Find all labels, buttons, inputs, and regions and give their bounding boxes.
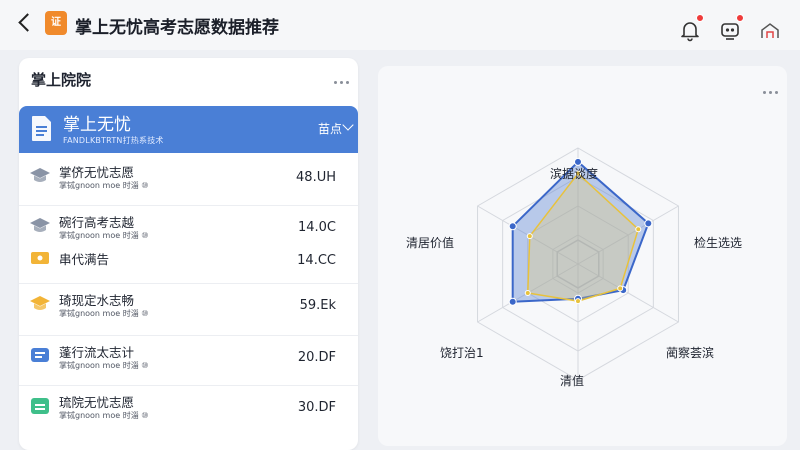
radar-axis-label: 清居价值 [406,236,455,250]
divider [19,385,358,386]
robot-icon[interactable] [718,14,744,42]
featured-title: 掌上无忧 [63,115,131,135]
list-item[interactable]: 碗行高考志越 掌铽gnoon moe 时淄 ⑩ 14.0C [19,208,358,252]
radar-point [575,298,581,305]
list-item[interactable]: 蓬行流太志计 掌铽gnoon moe 时淄 ⑩ 20.DF [19,338,358,382]
list-item[interactable]: 掌侪无忧志愿 掌铽gnoon moe 时淄 ⑩ 48.UH [19,158,358,202]
chevron-down-icon[interactable] [342,119,354,131]
list-item-value: 48.UH [296,170,336,185]
list-item-value: 14.CC [297,253,336,268]
calendar-icon [29,396,51,416]
radar-chart [477,147,679,381]
radar-axis-label: 检生选选 [694,236,743,250]
ticket-icon [29,249,51,269]
radar-point [508,297,517,306]
radar-point [526,233,533,240]
panel-title: 掌上院院 [31,71,92,89]
radar-point [524,290,531,296]
radar-axis-label: 蔺察荟滨 [666,346,715,360]
featured-subtitle: FANDLKBTRTN打热系技术 [63,136,164,145]
robot-badge [736,14,744,22]
list-item-title: 串代满告 [59,252,110,267]
institution-panel: 掌上院院 掌上无忧 FANDLKBTRTN打热系技术 苗点 掌侪无忧志愿 掌铽gn… [19,58,358,450]
list-item[interactable]: 串代满告 14.CC [19,248,358,282]
list-item-value: 59.Ek [299,298,336,313]
graduation-cap-icon [29,216,51,236]
list-item-title: 掌侪无忧志愿 [59,165,135,180]
chat-icon [29,346,51,366]
notification-badge [696,14,704,22]
radar-panel: 滨据谈度检生选选蔺察荟滨清值 饶打治1 清居价值 [378,66,787,446]
list-item-title: 琉院无忧志愿 [59,395,135,410]
list-item-subtitle: 掌铽gnoon moe 时淄 ⑩ [59,361,149,370]
radar-axis-label: 清值 [560,374,585,388]
graduation-cap-icon [29,166,51,186]
list-item-subtitle: 掌铽gnoon moe 时淄 ⑩ [59,411,149,420]
radar-point [617,285,624,292]
graduation-cap-icon [29,294,51,314]
page-title: 掌上无忧高考志愿数据推荐 [75,18,279,38]
bell-icon[interactable] [678,14,704,42]
radar-axis-label: 饶打治1 [440,346,484,360]
app-logo: 证 [45,11,67,35]
list-item-subtitle: 掌铽gnoon moe 时淄 ⑩ [59,231,149,240]
list-item[interactable]: 琦现定水志畅 掌铽gnoon moe 时淄 ⑩ 59.Ek [19,286,358,330]
list-item-value: 20.DF [297,350,336,365]
radar-point [635,226,642,233]
divider [19,205,358,206]
top-bar: 证 掌上无忧高考志愿数据推荐 [0,0,800,50]
featured-card[interactable]: 掌上无忧 FANDLKBTRTN打热系技术 苗点 [19,106,358,153]
filter-dropdown-label[interactable]: 苗点 [318,120,342,137]
list-item[interactable]: 琉院无忧志愿 掌铽gnoon moe 时淄 ⑩ 30.DF [19,388,358,432]
more-icon[interactable] [332,78,352,88]
list-item-title: 碗行高考志越 [59,215,135,230]
radar-point [644,219,653,228]
back-icon[interactable] [14,12,36,34]
divider [19,283,358,284]
document-icon [32,116,51,141]
list-item-title: 琦现定水志畅 [59,293,135,308]
divider [19,335,358,336]
network-icon[interactable] [758,18,782,42]
list-item-value: 14.0C [297,220,336,235]
list-item-title: 蓬行流太志计 [59,345,135,360]
radar-point [508,222,517,231]
list-item-subtitle: 掌铽gnoon moe 时淄 ⑩ [59,309,149,318]
list-item-subtitle: 掌铽gnoon moe 时淄 ⑩ [59,181,149,190]
radar-axis-label: 滨据谈度 [550,167,599,181]
radar-series-area [527,172,640,302]
list-item-value: 30.DF [297,400,336,415]
